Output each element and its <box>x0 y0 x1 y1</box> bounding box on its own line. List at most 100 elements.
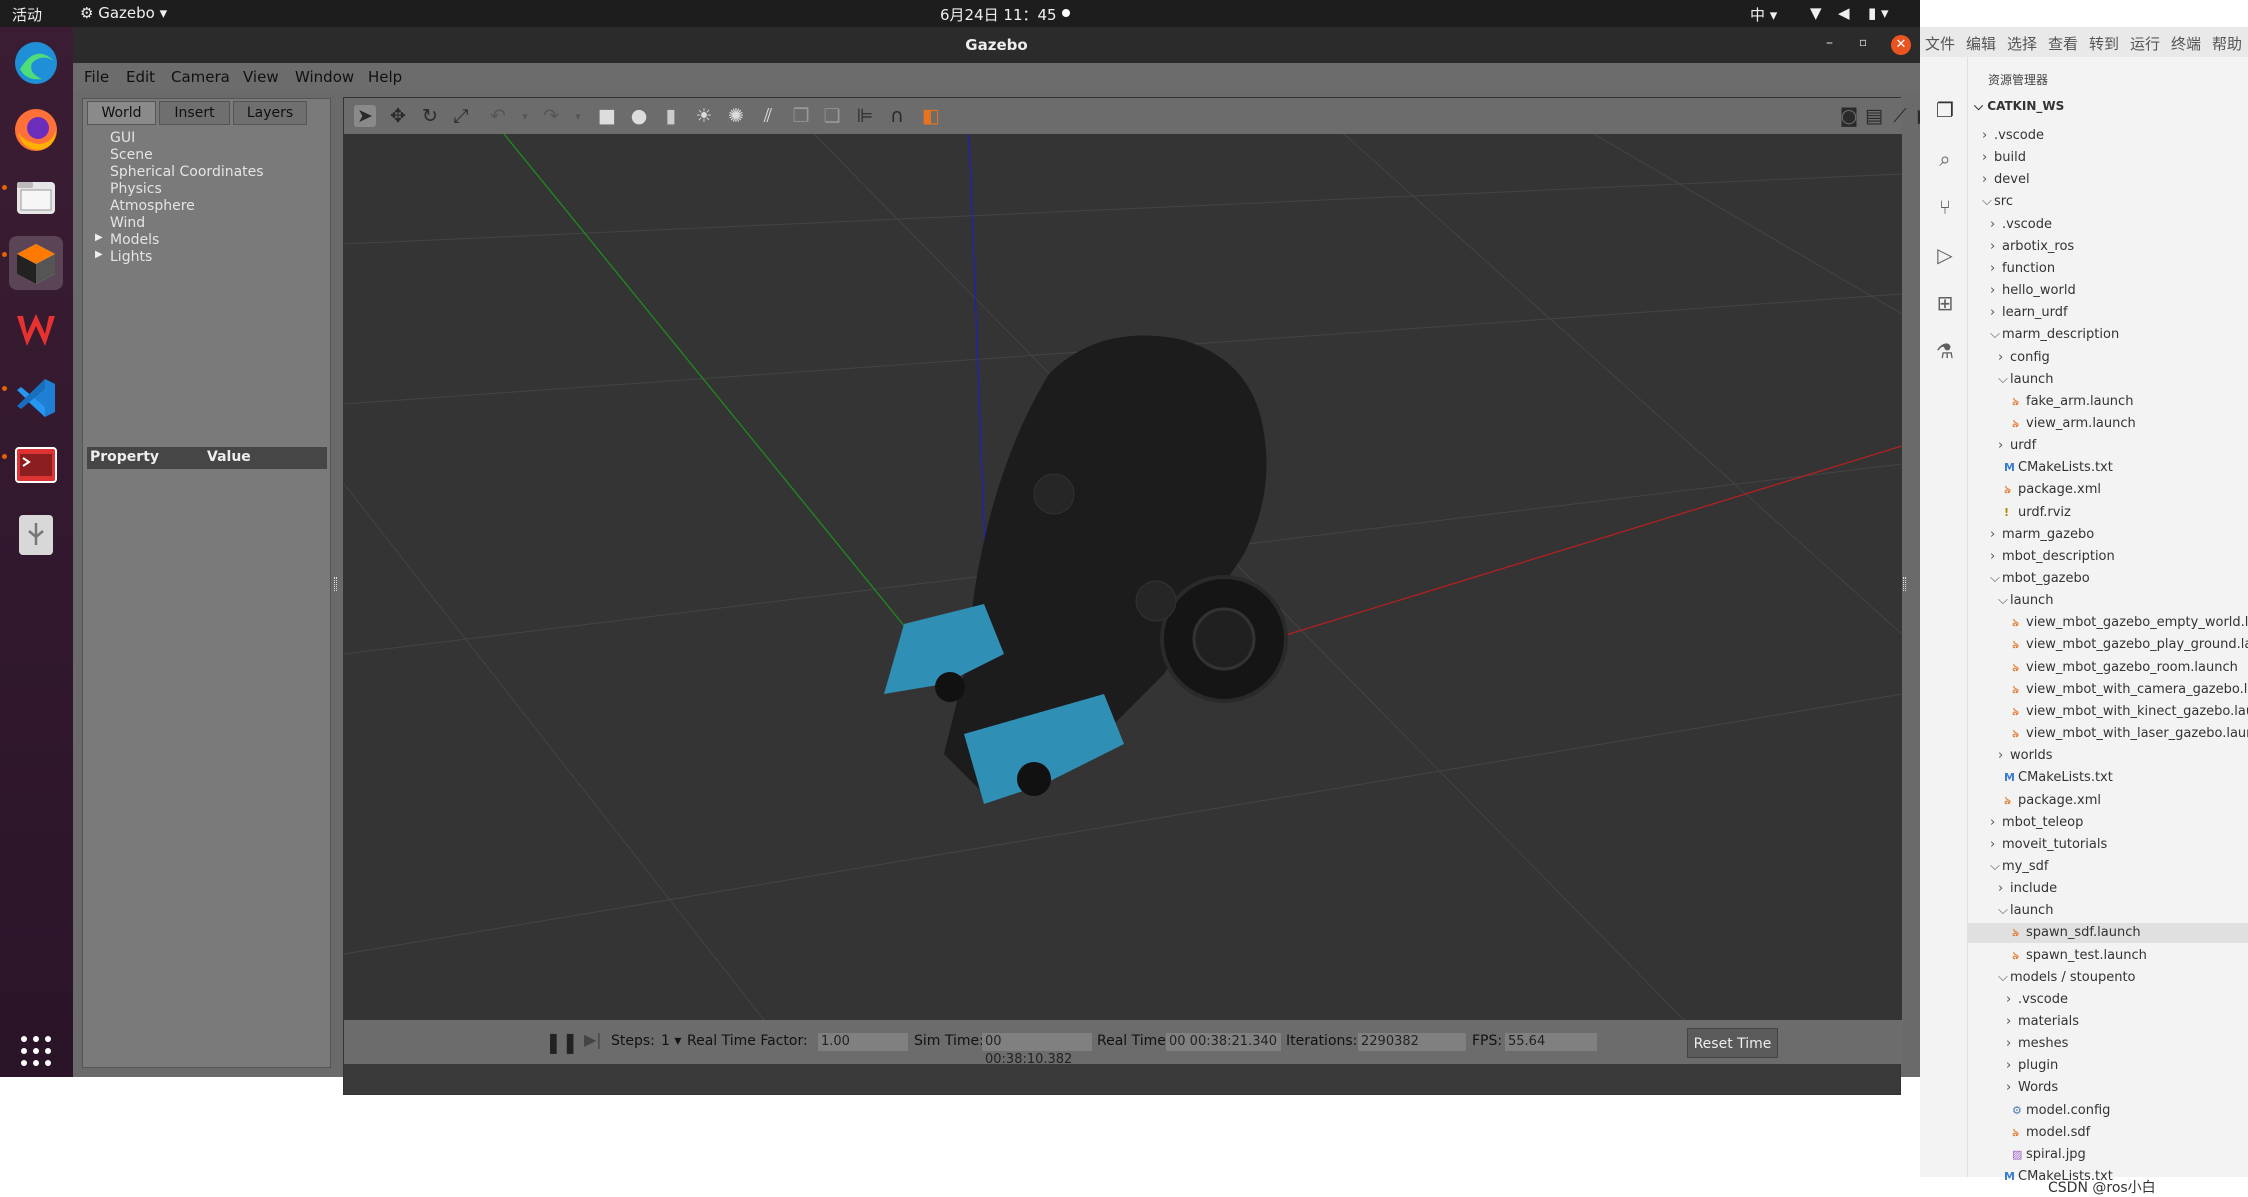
reset-time-button[interactable]: Reset Time <box>1687 1028 1778 1058</box>
firefox-icon[interactable] <box>9 103 63 157</box>
file-tree-item[interactable]: › function <box>1968 259 2248 279</box>
file-tree-item[interactable]: › materials <box>1968 1012 2248 1032</box>
splitter-handle[interactable] <box>1903 577 1906 591</box>
file-tree-item[interactable]: › moveit_tutorials <box>1968 835 2248 855</box>
menu-edit-cn[interactable]: 编辑 <box>1966 33 1996 54</box>
file-tree-item[interactable]: ৯ view_mbot_gazebo_empty_world.launch <box>1968 613 2248 633</box>
testing-icon[interactable]: ⚗ <box>1932 338 1958 364</box>
volume-icon[interactable]: ◀ <box>1838 4 1850 22</box>
tree-item-gui[interactable]: GUI <box>110 130 135 146</box>
menu-help-cn[interactable]: 帮助 <box>2212 33 2242 54</box>
explorer-icon[interactable]: ❐ <box>1932 97 1958 123</box>
file-tree-item[interactable]: › include <box>1968 879 2248 899</box>
file-tree-item[interactable]: ! urdf.rviz <box>1968 503 2248 523</box>
file-tree-item[interactable]: › Words <box>1968 1078 2248 1098</box>
tree-item-models[interactable]: Models <box>110 232 159 248</box>
file-tree-item[interactable]: M CMakeLists.txt <box>1968 458 2248 478</box>
files-icon[interactable] <box>9 170 63 224</box>
file-tree-item[interactable]: ⌵ marm_description <box>1968 325 2248 345</box>
tab-layers[interactable]: Layers <box>233 101 307 125</box>
activities-button[interactable]: 活动 <box>12 4 42 25</box>
menu-edit[interactable]: Edit <box>126 68 155 86</box>
usb-icon[interactable] <box>9 507 63 561</box>
file-tree-item[interactable]: M CMakeLists.txt <box>1968 768 2248 788</box>
file-tree-item[interactable]: › mbot_teleop <box>1968 813 2248 833</box>
file-tree-item[interactable]: ⌵ launch <box>1968 370 2248 390</box>
restore-button[interactable]: ▫ <box>1859 35 1867 49</box>
tree-item-scene[interactable]: Scene <box>110 147 153 163</box>
log-data-icon[interactable]: ▤ <box>1863 105 1885 127</box>
paste-icon[interactable]: ❏ <box>821 105 843 127</box>
file-tree-item[interactable]: ⌵ launch <box>1968 901 2248 921</box>
wps-icon[interactable] <box>9 304 63 358</box>
file-tree-item[interactable]: › worlds <box>1968 746 2248 766</box>
file-tree-item[interactable]: ⌵ mbot_gazebo <box>1968 569 2248 589</box>
view-angle-icon[interactable]: ◧ <box>920 105 942 127</box>
app-grid-icon[interactable] <box>9 1024 63 1078</box>
tree-item-atmosphere[interactable]: Atmosphere <box>110 198 195 214</box>
file-tree-item[interactable]: ৯ spawn_test.launch <box>1968 946 2248 966</box>
file-tree-item[interactable]: › meshes <box>1968 1034 2248 1054</box>
file-tree-item[interactable]: › arbotix_ros <box>1968 237 2248 257</box>
file-tree-item[interactable]: ৯ view_arm.launch <box>1968 414 2248 434</box>
directional-light-icon[interactable]: ⫽ <box>757 105 779 127</box>
menu-file-cn[interactable]: 文件 <box>1925 33 1955 54</box>
file-tree-item[interactable]: ⌵ src <box>1968 192 2248 212</box>
expand-arrow-icon[interactable]: ▶ <box>95 249 103 260</box>
sphere-shape-icon[interactable]: ● <box>628 105 650 127</box>
file-tree-item[interactable]: ৯ package.xml <box>1968 480 2248 500</box>
steps-value[interactable]: 1 ▾ <box>661 1033 681 1049</box>
tree-item-wind[interactable]: Wind <box>110 215 145 231</box>
file-tree-item[interactable]: › mbot_description <box>1968 547 2248 567</box>
close-button[interactable]: ✕ <box>1891 35 1911 55</box>
clock[interactable]: 6月24日 11：45 <box>940 4 1057 25</box>
file-tree-item[interactable]: › urdf <box>1968 436 2248 456</box>
battery-icon[interactable]: ▮ ▾ <box>1868 4 1889 22</box>
select-mode-icon[interactable]: ➤ <box>354 105 376 127</box>
file-tree-item[interactable]: ⌵ my_sdf <box>1968 857 2248 877</box>
tab-insert[interactable]: Insert <box>159 101 230 125</box>
file-tree-item[interactable]: › .vscode <box>1968 126 2248 146</box>
scale-mode-icon[interactable]: ⤢ <box>450 105 472 127</box>
translate-mode-icon[interactable]: ✥ <box>387 105 409 127</box>
file-tree-item[interactable]: ⌵ models / stoupento <box>1968 968 2248 988</box>
pause-icon[interactable]: ❚❚ <box>545 1030 579 1054</box>
file-tree-item[interactable]: ৯ view_mbot_gazebo_room.launch <box>1968 658 2248 678</box>
run-debug-icon[interactable]: ▷ <box>1932 242 1958 268</box>
minimize-button[interactable]: – <box>1826 35 1833 51</box>
menu-terminal-cn[interactable]: 终端 <box>2171 33 2201 54</box>
menu-window[interactable]: Window <box>295 68 354 86</box>
file-tree-item[interactable]: ৯ model.sdf <box>1968 1123 2248 1143</box>
plot-icon[interactable]: ⟋ <box>1889 105 1911 127</box>
point-light-icon[interactable]: ☀ <box>693 105 715 127</box>
expand-arrow-icon[interactable]: ▶ <box>95 232 103 243</box>
box-shape-icon[interactable]: ■ <box>596 105 618 127</box>
menu-help[interactable]: Help <box>368 68 402 86</box>
file-tree-item[interactable]: ▨ spiral.jpg <box>1968 1145 2248 1165</box>
redo-history-icon[interactable]: ▾ <box>567 105 589 127</box>
menu-goto-cn[interactable]: 转到 <box>2089 33 2119 54</box>
terminal-icon[interactable] <box>9 438 63 492</box>
workspace-root[interactable]: ⌵ CATKIN_WS <box>1974 99 2064 114</box>
rotate-mode-icon[interactable]: ↻ <box>419 105 441 127</box>
file-tree-item[interactable]: ৯ package.xml <box>1968 791 2248 811</box>
undo-history-icon[interactable]: ▾ <box>514 105 536 127</box>
file-tree-item[interactable]: ৯ view_mbot_with_kinect_gazebo.launch <box>1968 702 2248 722</box>
file-tree-item[interactable]: › config <box>1968 348 2248 368</box>
file-tree-item[interactable]: › build <box>1968 148 2248 168</box>
tree-item-physics[interactable]: Physics <box>110 181 162 197</box>
align-icon[interactable]: ⊫ <box>854 105 876 127</box>
menu-file[interactable]: File <box>84 68 109 86</box>
file-tree-item[interactable]: ৯ view_mbot_gazebo_play_ground.launch <box>1968 635 2248 655</box>
undo-icon[interactable]: ↶ <box>487 105 509 127</box>
input-method[interactable]: 中 ▾ <box>1750 4 1777 25</box>
snap-icon[interactable]: ∩ <box>886 105 908 127</box>
robot-model[interactable] <box>884 335 1288 804</box>
file-tree-item[interactable]: › learn_urdf <box>1968 303 2248 323</box>
edge-icon[interactable] <box>9 36 63 90</box>
spot-light-icon[interactable]: ✺ <box>725 105 747 127</box>
file-tree-item[interactable]: ⌵ launch <box>1968 591 2248 611</box>
file-tree-item[interactable]: ৯ spawn_sdf.launch <box>1968 923 2248 944</box>
file-tree-item[interactable]: › plugin <box>1968 1056 2248 1076</box>
copy-icon[interactable]: ❐ <box>790 105 812 127</box>
